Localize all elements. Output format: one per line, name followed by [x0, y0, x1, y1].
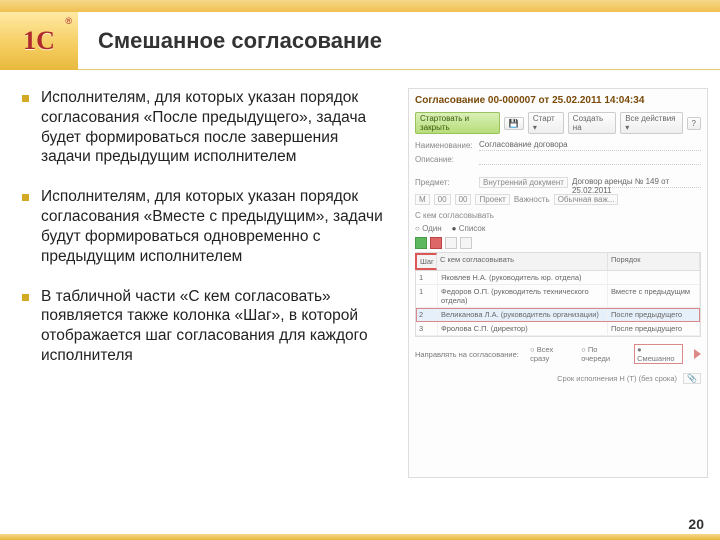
bullet-text: В табличной части «С кем согласовать» по… — [41, 287, 392, 366]
list-toolbar — [415, 237, 701, 249]
subject-doc[interactable]: Договор аренды № 149 от 25.02.2011 — [572, 177, 701, 188]
field-desc: Описание: — [415, 154, 701, 165]
attach-icon[interactable]: 📎 — [683, 373, 701, 384]
col-order-header: Порядок — [608, 253, 700, 270]
ctrl[interactable]: 00 — [434, 194, 451, 205]
ctrl[interactable]: Обычная важ... — [554, 194, 619, 205]
field-value[interactable]: Согласование договора — [479, 140, 701, 151]
bullet-list: Исполнителям, для которых указан порядок… — [22, 88, 392, 478]
save-icon[interactable]: 💾 — [504, 117, 524, 130]
ctrl[interactable]: 00 — [455, 194, 472, 205]
logo-text: 1С — [23, 26, 55, 56]
col-step-header: Шаг — [415, 253, 437, 270]
radio-one-list: Один Список — [415, 224, 701, 233]
up-icon[interactable] — [445, 237, 457, 249]
table-row[interactable]: 3 Фролова С.П. (директор) После предыдущ… — [416, 322, 700, 336]
bullet-text: Исполнителям, для которых указан порядок… — [41, 88, 392, 167]
deadline-text: Срок исполнения Н (Т) (без срока) — [557, 374, 677, 383]
slide-top-accent — [0, 0, 720, 12]
create-from-button[interactable]: Создать на — [568, 112, 616, 134]
toolbar: Стартовать и закрыть 💾 Старт ▾ Создать н… — [415, 112, 701, 134]
ctrl-label: Важность — [514, 195, 550, 204]
list-item: Исполнителям, для которых указан порядок… — [22, 88, 392, 167]
field-label: Наименование: — [415, 141, 479, 150]
arrow-icon — [694, 349, 701, 359]
col-who-header: С кем согласовывать — [437, 253, 608, 270]
slide-title: Смешанное согласование — [78, 28, 382, 54]
help-icon[interactable]: ? — [687, 117, 701, 130]
control-row: M 00 00 Проект Важность Обычная важ... — [415, 194, 701, 205]
field-name: Наименование: Согласование договора — [415, 140, 701, 151]
list-item: Исполнителям, для которых указан порядок… — [22, 187, 392, 266]
screenshot-footer: Срок исполнения Н (Т) (без срока) 📎 — [415, 373, 701, 384]
remove-icon[interactable] — [430, 237, 442, 249]
run-close-button[interactable]: Стартовать и закрыть — [415, 112, 500, 134]
all-actions-button[interactable]: Все действия ▾ — [620, 112, 682, 134]
bullet-icon — [22, 294, 29, 301]
bullet-icon — [22, 95, 29, 102]
start-button[interactable]: Старт ▾ — [528, 112, 564, 134]
table-row[interactable]: 2 Великанова Л.А. (руководитель организа… — [416, 308, 700, 322]
bullet-text: Исполнителям, для которых указан порядок… — [41, 187, 392, 266]
approvers-table: Шаг С кем согласовывать Порядок 1 Яковле… — [415, 252, 701, 337]
ctrl[interactable]: Проект — [475, 194, 509, 205]
slide-bottom-accent — [0, 534, 720, 540]
add-icon[interactable] — [415, 237, 427, 249]
table-row[interactable]: 1 Федоров О.П. (руководитель техническог… — [416, 285, 700, 308]
list-item: В табличной части «С кем согласовать» по… — [22, 287, 392, 366]
app-screenshot: Согласование 00-000007 от 25.02.2011 14:… — [408, 88, 708, 478]
opt-all[interactable]: Всех сразу — [530, 345, 573, 363]
radio-list[interactable]: Список — [452, 224, 486, 233]
table-header: Шаг С кем согласовывать Порядок — [416, 253, 700, 271]
field-value[interactable] — [479, 154, 701, 165]
direction-row: Направлять на согласование: Всех сразу П… — [415, 345, 701, 363]
field-label: Описание: — [415, 155, 479, 164]
who-label: С кем согласовывать — [415, 211, 701, 220]
page-number: 20 — [688, 516, 704, 532]
window-title: Согласование 00-000007 от 25.02.2011 14:… — [415, 95, 701, 106]
direction-label: Направлять на согласование: — [415, 350, 522, 359]
slide-header: 1С ® Смешанное согласование — [0, 12, 720, 70]
table-row[interactable]: 1 Яковлев Н.А. (руководитель юр. отдела) — [416, 271, 700, 285]
radio-one[interactable]: Один — [415, 224, 442, 233]
opt-seq[interactable]: По очереди — [581, 345, 627, 363]
logo-1c: 1С ® — [0, 12, 78, 70]
field-subject: Предмет: Внутренний документ Договор аре… — [415, 177, 701, 188]
logo-registered: ® — [65, 16, 72, 26]
down-icon[interactable] — [460, 237, 472, 249]
subject-tag[interactable]: Внутренний документ — [479, 177, 568, 188]
bullet-icon — [22, 194, 29, 201]
ctrl[interactable]: M — [415, 194, 430, 205]
field-label: Предмет: — [415, 178, 479, 187]
opt-mixed[interactable]: Смешанно — [635, 345, 682, 363]
